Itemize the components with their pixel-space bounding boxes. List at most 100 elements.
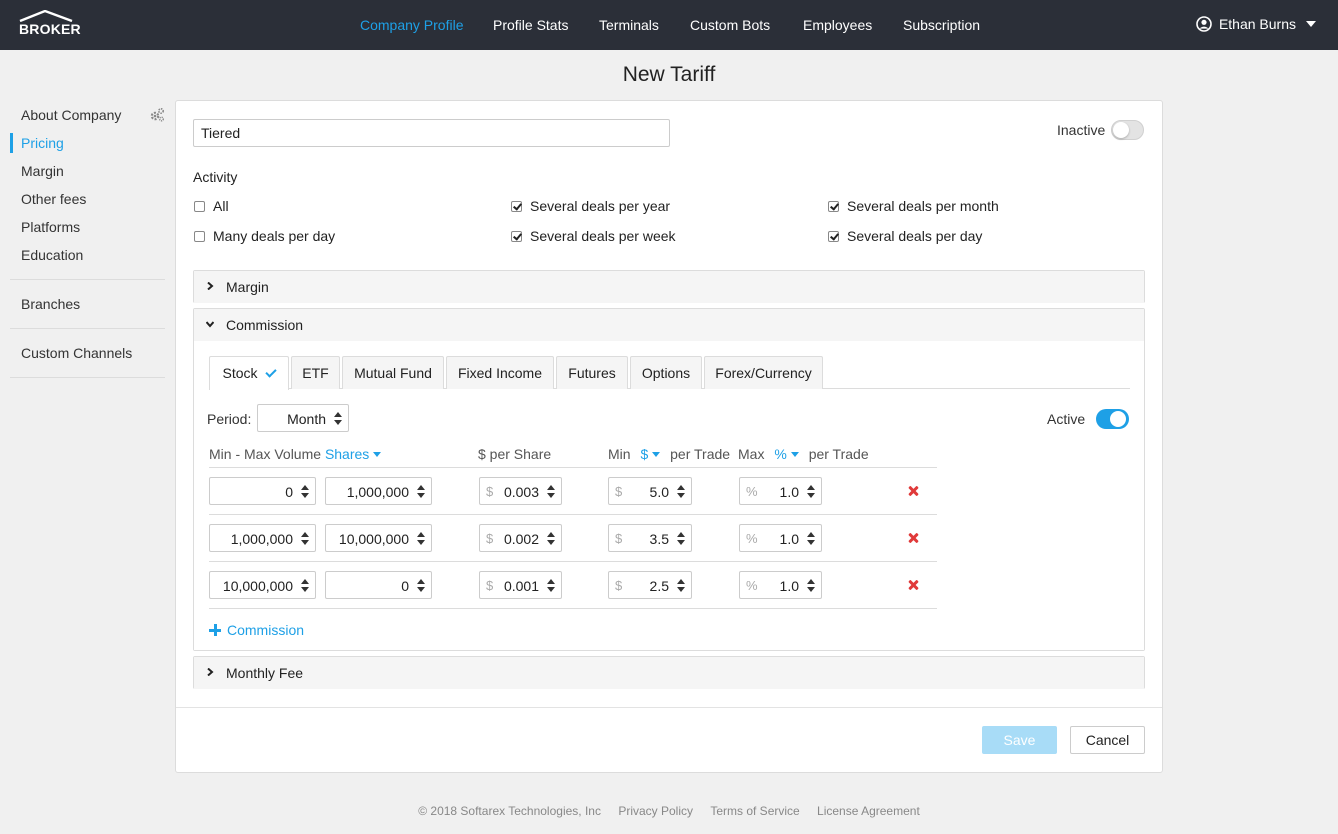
checkbox-box[interactable] [511, 230, 522, 242]
cancel-button[interactable]: Cancel [1070, 726, 1145, 754]
max-trade-input[interactable]: % 1.0 [739, 571, 822, 599]
activity-week-checkbox[interactable]: Several deals per week [511, 228, 676, 244]
checkbox-label: Several deals per day [847, 228, 983, 244]
gears-icon[interactable] [149, 107, 165, 123]
stepper-icon[interactable] [807, 485, 815, 498]
min-volume-input[interactable]: 1,000,000 [209, 524, 316, 552]
per-share-input[interactable]: $0.002 [479, 524, 562, 552]
nav-employees[interactable]: Employees [803, 17, 872, 33]
commission-section-header[interactable]: Commission [194, 309, 1144, 341]
max-trade-input[interactable]: % 1.0 [739, 524, 822, 552]
min-trade-input[interactable]: $5.0 [608, 477, 692, 505]
per-share-input[interactable]: $0.003 [479, 477, 562, 505]
nav-terminals[interactable]: Terminals [599, 17, 659, 33]
license-agreement-link[interactable]: License Agreement [817, 804, 920, 818]
activity-month-checkbox[interactable]: Several deals per month [828, 198, 999, 214]
toggle-knob [1110, 411, 1126, 427]
max-trade-input[interactable]: % 1.0 [739, 477, 822, 505]
input-value: 10,000,000 [338, 531, 409, 547]
sidebar-item-pricing[interactable]: Pricing [10, 129, 165, 157]
stepper-icon[interactable] [301, 532, 309, 545]
sidebar-item-label: Custom Channels [21, 345, 133, 361]
min-unit-dropdown[interactable]: $ [640, 446, 661, 462]
activity-several-per-day-checkbox[interactable]: Several deals per day [828, 228, 982, 244]
commission-body: Stock ETF Mutual Fund Fixed Income Futur… [194, 341, 1144, 650]
tab-mutual-fund[interactable]: Mutual Fund [342, 356, 444, 389]
min-header-label: Min [608, 446, 631, 462]
nav-custom-bots[interactable]: Custom Bots [690, 17, 770, 33]
chevron-down-icon [1306, 21, 1316, 27]
input-value: 0.002 [503, 531, 539, 547]
sidebar-item-other-fees[interactable]: Other fees [10, 185, 165, 213]
stepper-icon[interactable] [677, 485, 685, 498]
checkbox-box[interactable] [194, 200, 205, 212]
max-volume-input[interactable]: 10,000,000 [325, 524, 432, 552]
stepper-icon[interactable] [417, 485, 425, 498]
tab-etf[interactable]: ETF [291, 356, 340, 389]
commission-active-label: Active [1047, 411, 1086, 427]
stepper-icon[interactable] [547, 579, 555, 592]
section-title: Commission [226, 317, 304, 333]
max-volume-input[interactable]: 0 [325, 571, 432, 599]
privacy-policy-link[interactable]: Privacy Policy [618, 804, 693, 818]
min-volume-input[interactable]: 10,000,000 [209, 571, 316, 599]
nav-company-profile[interactable]: Company Profile [360, 17, 464, 33]
tab-stock[interactable]: Stock [209, 356, 289, 390]
activity-many-per-day-checkbox[interactable]: Many deals per day [194, 228, 335, 244]
tab-label: Mutual Fund [354, 365, 432, 381]
monthly-fee-section-header[interactable]: Monthly Fee [194, 657, 1144, 689]
period-select[interactable]: Month [257, 404, 349, 432]
save-button[interactable]: Save [982, 726, 1057, 754]
stepper-icon[interactable] [417, 532, 425, 545]
delete-row-icon[interactable] [907, 485, 919, 497]
sidebar-item-education[interactable]: Education [10, 241, 165, 269]
checkbox-box[interactable] [194, 230, 205, 242]
sidebar-item-margin[interactable]: Margin [10, 157, 165, 185]
nav-subscription[interactable]: Subscription [903, 17, 980, 33]
commission-active-toggle[interactable] [1096, 409, 1129, 429]
activity-all-checkbox[interactable]: All [194, 198, 229, 214]
user-menu[interactable]: Ethan Burns [1196, 16, 1316, 32]
delete-row-icon[interactable] [907, 579, 919, 591]
tab-forex-currency[interactable]: Forex/Currency [704, 356, 823, 389]
user-icon [1196, 16, 1212, 32]
tab-futures[interactable]: Futures [556, 356, 628, 389]
sidebar-item-custom-channels[interactable]: Custom Channels [10, 339, 165, 367]
tab-options[interactable]: Options [630, 356, 702, 389]
min-trade-input[interactable]: $2.5 [608, 571, 692, 599]
stepper-icon[interactable] [547, 532, 555, 545]
stepper-icon[interactable] [417, 579, 425, 592]
stepper-icon[interactable] [677, 579, 685, 592]
stepper-icon[interactable] [677, 532, 685, 545]
sidebar-item-branches[interactable]: Branches [10, 290, 165, 318]
stepper-icon[interactable] [807, 532, 815, 545]
add-commission-link[interactable]: Commission [209, 622, 304, 638]
tab-fixed-income[interactable]: Fixed Income [446, 356, 554, 389]
delete-row-icon[interactable] [907, 532, 919, 544]
checkbox-box[interactable] [828, 230, 839, 242]
margin-section-header[interactable]: Margin [194, 271, 1144, 303]
activity-year-checkbox[interactable]: Several deals per year [511, 198, 670, 214]
currency-unit: $ [615, 484, 623, 499]
per-share-input[interactable]: $0.001 [479, 571, 562, 599]
sidebar-item-platforms[interactable]: Platforms [10, 213, 165, 241]
min-trade-input[interactable]: $3.5 [608, 524, 692, 552]
tariff-name-input[interactable] [193, 119, 670, 147]
min-volume-input[interactable]: 0 [209, 477, 316, 505]
volume-unit-dropdown[interactable]: Shares [325, 446, 382, 462]
tab-label: Options [641, 365, 691, 381]
stepper-icon[interactable] [547, 485, 555, 498]
nav-profile-stats[interactable]: Profile Stats [493, 17, 568, 33]
stepper-icon[interactable] [807, 579, 815, 592]
sidebar-item-about-company[interactable]: About Company [10, 101, 165, 129]
terms-of-service-link[interactable]: Terms of Service [710, 804, 799, 818]
max-volume-input[interactable]: 1,000,000 [325, 477, 432, 505]
stepper-icon[interactable] [301, 485, 309, 498]
stepper-icon[interactable] [301, 579, 309, 592]
status-toggle[interactable] [1111, 120, 1144, 140]
max-unit-dropdown[interactable]: % [774, 446, 799, 462]
checkbox-box[interactable] [511, 200, 522, 212]
checkbox-box[interactable] [828, 200, 839, 212]
commission-section: Commission Stock ETF Mutual Fund Fixed I… [193, 308, 1145, 651]
toggle-knob [1113, 122, 1129, 138]
